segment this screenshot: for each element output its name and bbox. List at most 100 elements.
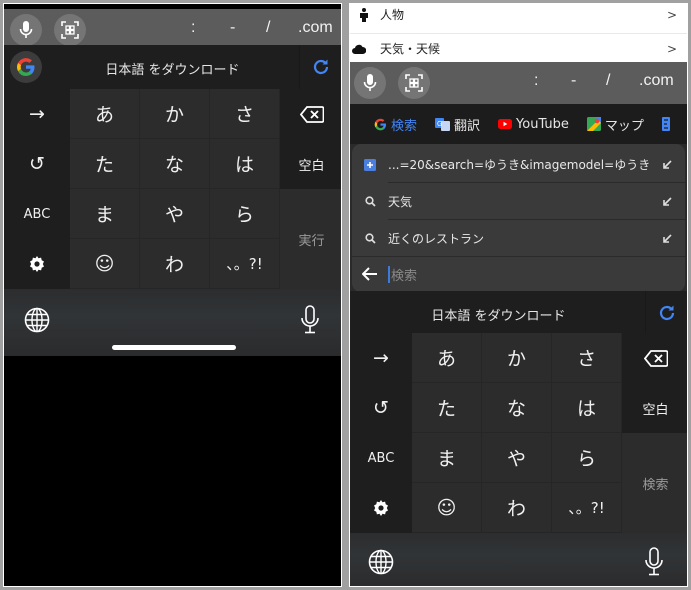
space-key[interactable]: 空白 [280,139,341,189]
kana-key[interactable]: ら [552,433,622,483]
suggestion-item[interactable]: ...=20&search=ゆうき&imagemodel=ゆうき [352,146,685,183]
gear-icon [30,256,44,272]
kana-key[interactable]: な [140,139,210,189]
home-indicator[interactable] [112,345,236,350]
dotcom-key[interactable]: .com [298,19,333,37]
kana-key[interactable]: わ [140,239,210,289]
refresh-button[interactable] [299,45,341,89]
keyboard-bottom-bar [350,533,687,586]
kana-key[interactable]: あ [412,333,482,383]
quick-link-maps[interactable]: マップ [586,115,644,134]
kana-key[interactable]: さ [210,89,280,139]
fill-query-button[interactable] [649,233,685,244]
quick-links-bar: 検索 G 翻訳 YouTube マップ [350,104,687,144]
quick-link-label: マップ [604,118,644,134]
mic-button[interactable] [354,67,386,99]
emoji-key[interactable]: ☺ [412,483,482,533]
kana-key[interactable]: な [482,383,552,433]
settings-key[interactable] [350,483,412,533]
quick-link-label: 翻訳 [454,118,481,134]
chevron-right-icon: > [667,41,678,56]
colon-key[interactable]: : [191,19,195,37]
abc-key[interactable]: ABC [350,433,412,483]
scan-icon [405,74,423,92]
emoji-icon: ☺ [94,252,115,275]
hyphen-key[interactable]: - [230,19,235,37]
punctuation-key[interactable]: 、。?! [552,483,622,533]
undo-icon: ↺ [29,153,45,175]
slash-key[interactable]: / [606,72,610,90]
download-language-bar: 日本語 をダウンロード [350,291,687,335]
colon-key[interactable]: : [534,72,538,90]
cursor-right-key[interactable]: → [350,333,412,383]
kana-key[interactable]: は [552,383,622,433]
search-key[interactable]: 検索 [622,433,687,533]
settings-key[interactable] [4,239,70,289]
globe-button[interactable] [24,307,50,337]
left-phone-screen: : - / .com 日本語 をダウンロード → あ か さ ↺ た な は 空… [3,3,342,587]
kana-key[interactable]: さ [552,333,622,383]
google-button[interactable] [10,51,42,83]
mic-button[interactable] [10,14,42,46]
app-icon-partial [661,117,670,131]
quick-link-youtube[interactable]: YouTube [498,117,569,132]
globe-button[interactable] [368,549,394,579]
chevron-right-icon: > [667,7,678,22]
fill-query-button[interactable] [649,196,685,207]
download-language-text[interactable]: 日本語 をダウンロード [44,59,301,78]
cursor-right-key[interactable]: → [4,89,70,139]
suggestion-item[interactable]: 天気 [352,183,685,220]
scan-button[interactable] [54,14,86,46]
refresh-button[interactable] [645,291,687,335]
kana-keyboard: → あ か さ ↺ た な は 空白 ABC ま や ら 実行 ☺ わ 、。?! [4,89,341,289]
scan-button[interactable] [398,67,430,99]
emoji-key[interactable]: ☺ [70,239,140,289]
kana-key[interactable]: た [412,383,482,433]
enter-key[interactable]: 実行 [280,189,341,289]
fill-query-button[interactable] [649,159,685,170]
quick-link-search[interactable]: 検索 [374,115,417,134]
dictation-button[interactable] [300,305,320,339]
microphone-icon [19,21,33,38]
punctuation-key[interactable]: 、。?! [210,239,280,289]
quick-link-label: YouTube [516,116,569,132]
youtube-icon [498,119,513,129]
quick-link-translate[interactable]: G 翻訳 [435,115,480,134]
backspace-key[interactable] [280,89,341,139]
kana-key[interactable]: わ [482,483,552,533]
suggestion-text: 近くのレストラン [388,232,485,246]
suggestion-item[interactable]: 近くのレストラン [352,220,685,257]
quick-link-more[interactable] [661,117,674,131]
kana-key[interactable]: か [140,89,210,139]
microphone-icon [645,547,663,576]
kana-key[interactable]: か [482,333,552,383]
suggestion-text: 天気 [388,195,413,209]
space-key[interactable]: 空白 [622,383,687,433]
abc-key[interactable]: ABC [4,189,70,239]
list-item[interactable]: 人物 > [350,4,687,29]
microphone-icon [363,74,377,91]
list-item[interactable]: 天気・天候 > [350,34,687,63]
kana-key[interactable]: や [482,433,552,483]
dotcom-key[interactable]: .com [639,72,674,90]
undo-key[interactable]: ↺ [4,139,70,189]
kana-key[interactable]: ら [210,189,280,239]
search-input[interactable]: 検索 [352,256,685,292]
search-placeholder: 検索 [391,268,418,284]
kana-key[interactable]: ま [412,433,482,483]
search-icon [364,196,376,207]
kana-key[interactable]: た [70,139,140,189]
refresh-icon [659,305,674,321]
dictation-button[interactable] [644,547,664,581]
kana-key[interactable]: あ [70,89,140,139]
backspace-icon [299,105,324,123]
kana-key[interactable]: ま [70,189,140,239]
hyphen-key[interactable]: - [571,72,576,90]
undo-key[interactable]: ↺ [350,383,412,433]
slash-key[interactable]: / [266,19,270,37]
kana-key[interactable]: や [140,189,210,239]
kana-key[interactable]: は [210,139,280,189]
backspace-key[interactable] [622,333,687,383]
back-button[interactable] [352,267,388,281]
download-language-text[interactable]: 日本語 をダウンロード [350,305,647,324]
